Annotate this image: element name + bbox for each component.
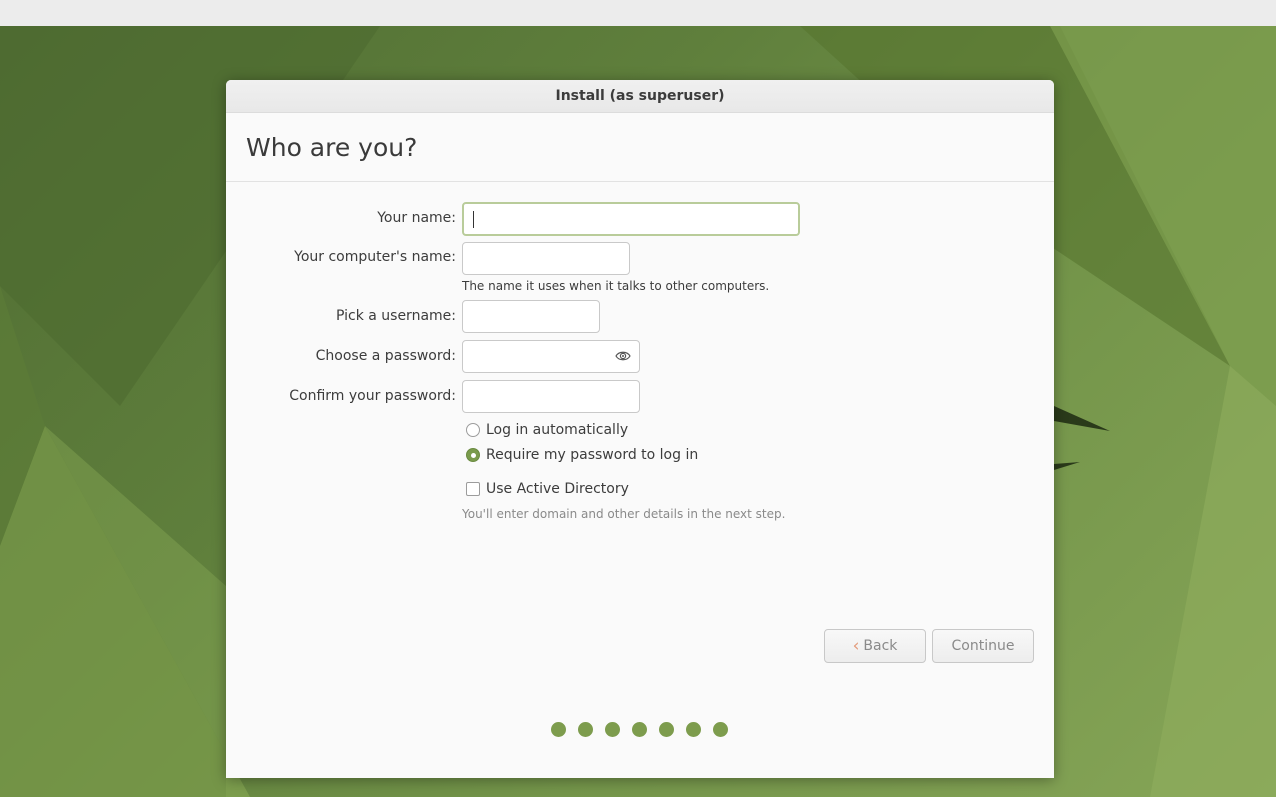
confirm-password-label: Confirm your password: bbox=[289, 388, 456, 404]
eye-icon[interactable] bbox=[615, 349, 631, 363]
progress-dot bbox=[686, 722, 701, 737]
progress-dots bbox=[551, 722, 728, 737]
page-title: Who are you? bbox=[226, 113, 1054, 182]
progress-dot bbox=[713, 722, 728, 737]
continue-button[interactable]: Continue bbox=[932, 629, 1034, 663]
username-input[interactable] bbox=[462, 300, 600, 333]
active-directory-option[interactable]: Use Active Directory bbox=[466, 481, 629, 497]
computer-name-label: Your computer's name: bbox=[294, 249, 456, 265]
confirm-password-input[interactable] bbox=[462, 380, 640, 413]
progress-dot bbox=[605, 722, 620, 737]
active-directory-checkbox[interactable] bbox=[466, 482, 480, 496]
login-auto-radio[interactable] bbox=[466, 423, 480, 437]
login-auto-label: Log in automatically bbox=[486, 422, 629, 438]
chevron-left-icon: ‹ bbox=[852, 635, 860, 656]
window-title: Install (as superuser) bbox=[226, 80, 1054, 113]
continue-button-label: Continue bbox=[951, 638, 1015, 654]
progress-dot bbox=[578, 722, 593, 737]
require-password-option[interactable]: Require my password to log in bbox=[466, 447, 698, 463]
back-button[interactable]: ‹ Back bbox=[824, 629, 926, 663]
computer-name-hint: The name it uses when it talks to other … bbox=[462, 279, 770, 293]
computer-name-input[interactable] bbox=[462, 242, 630, 275]
password-input[interactable] bbox=[462, 340, 640, 373]
active-directory-hint: You'll enter domain and other details in… bbox=[462, 507, 786, 521]
active-directory-label: Use Active Directory bbox=[486, 481, 629, 497]
installer-window: Install (as superuser) Who are you? Your… bbox=[226, 80, 1054, 778]
progress-dot bbox=[659, 722, 674, 737]
name-label: Your name: bbox=[377, 210, 456, 226]
login-auto-option[interactable]: Log in automatically bbox=[466, 422, 628, 438]
back-button-label: Back bbox=[863, 638, 898, 654]
require-password-label: Require my password to log in bbox=[486, 447, 699, 463]
require-password-radio[interactable] bbox=[466, 448, 480, 462]
text-caret bbox=[473, 211, 474, 228]
progress-dot bbox=[551, 722, 566, 737]
top-panel bbox=[0, 0, 1276, 27]
password-label: Choose a password: bbox=[315, 348, 456, 364]
name-input[interactable] bbox=[462, 202, 800, 236]
username-label: Pick a username: bbox=[335, 308, 456, 324]
progress-dot bbox=[632, 722, 647, 737]
